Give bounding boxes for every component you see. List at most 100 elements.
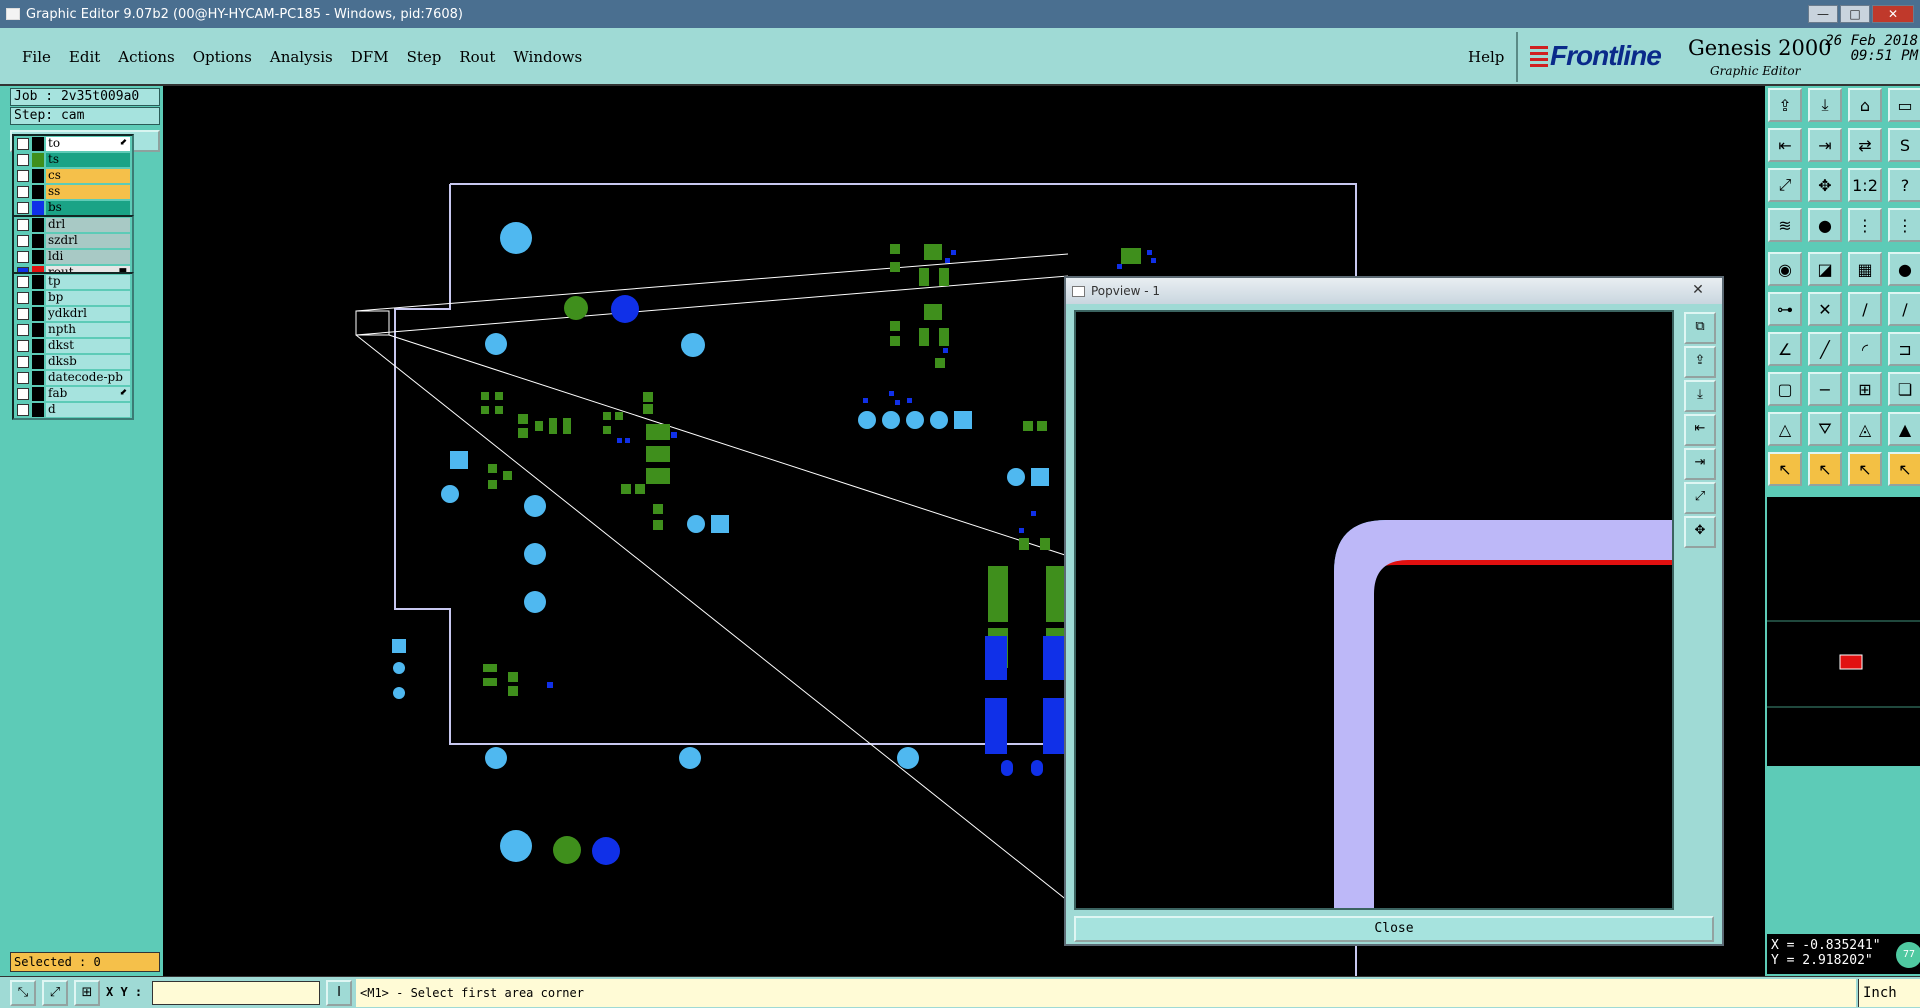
layer-row-fab[interactable]: fab ⬋ — [14, 386, 132, 402]
select-rect-icon[interactable]: ▢ — [1768, 372, 1802, 406]
layer-row-datecode-pb[interactable]: datecode-pb — [14, 370, 132, 386]
xy-input[interactable] — [152, 981, 320, 1005]
measure-icon[interactable]: ≋ — [1768, 208, 1802, 242]
layer-checkbox[interactable] — [17, 356, 29, 368]
group-icon[interactable]: ❏ — [1888, 372, 1920, 406]
layer-checkbox[interactable] — [17, 138, 29, 150]
maximize-button[interactable]: □ — [1840, 5, 1870, 23]
layer-row-drl[interactable]: drl — [14, 217, 132, 233]
snap-icon[interactable]: S — [1888, 128, 1920, 162]
menu-analysis[interactable]: Analysis — [270, 48, 333, 66]
popview-tool-2-icon[interactable]: ⇪ — [1684, 346, 1716, 378]
popview-tool-6-icon[interactable]: ⤢ — [1684, 482, 1716, 514]
popview-close-icon[interactable]: ✕ — [1678, 282, 1718, 300]
scale-icon[interactable]: ⤢ — [42, 980, 68, 1006]
layer-checkbox[interactable] — [17, 251, 29, 263]
layer-checkbox[interactable] — [17, 388, 29, 400]
layer-row-ts[interactable]: ts — [14, 152, 132, 168]
layer-row-d[interactable]: d — [14, 402, 132, 418]
layer-row-to[interactable]: to ⬋ — [14, 136, 132, 152]
layer-checkbox[interactable] — [17, 324, 29, 336]
triangle-icon[interactable]: △ — [1768, 412, 1802, 446]
menu-windows[interactable]: Windows — [513, 48, 582, 66]
layer-checkbox[interactable] — [17, 170, 29, 182]
grid-icon[interactable]: ⊞ — [1848, 372, 1882, 406]
layer-row-tp[interactable]: tp — [14, 274, 132, 290]
add-text-icon[interactable]: ▦ — [1848, 252, 1882, 286]
layer-row-bs[interactable]: bs — [14, 200, 132, 216]
line-icon[interactable]: ∕ — [1848, 292, 1882, 326]
zoom-area-icon[interactable]: ⤡ — [10, 980, 36, 1006]
units-selector[interactable]: Inch — [1858, 979, 1920, 1007]
layer-checkbox[interactable] — [17, 308, 29, 320]
layer-row-szdrl[interactable]: szdrl — [14, 233, 132, 249]
menu-rout[interactable]: Rout — [459, 48, 495, 66]
connect-icon[interactable]: ⊶ — [1768, 292, 1802, 326]
popview-tool-1-icon[interactable]: ⧉ — [1684, 312, 1716, 344]
swap-icon[interactable]: ⇄ — [1848, 128, 1882, 162]
menu-actions[interactable]: Actions — [118, 48, 174, 66]
arc-icon[interactable]: ◜ — [1848, 332, 1882, 366]
layer-row-cs[interactable]: cs — [14, 168, 132, 184]
triangle4-icon[interactable]: ▲ — [1888, 412, 1920, 446]
layer-checkbox[interactable] — [17, 372, 29, 384]
export-icon[interactable]: ⇥ — [1808, 128, 1842, 162]
layer-row-npth[interactable]: npth — [14, 322, 132, 338]
pointer3-icon[interactable]: ↖ — [1848, 452, 1882, 486]
add-circle-icon[interactable]: ● — [1888, 252, 1920, 286]
help-query-icon[interactable]: ? — [1888, 168, 1920, 202]
add-pad-icon[interactable]: ◉ — [1768, 252, 1802, 286]
menu-file[interactable]: File — [22, 48, 51, 66]
popview-tool-7-icon[interactable]: ✥ — [1684, 516, 1716, 548]
menu-options[interactable]: Options — [193, 48, 252, 66]
bracket-icon[interactable]: ⊐ — [1888, 332, 1920, 366]
popview-close-button[interactable]: Close — [1074, 916, 1714, 942]
layer-row-ydkdrl[interactable]: ydkdrl — [14, 306, 132, 322]
menu-edit[interactable]: Edit — [69, 48, 100, 66]
layer-row-dkst[interactable]: dkst — [14, 338, 132, 354]
scale-one-icon[interactable]: 1:2 — [1848, 168, 1882, 202]
popview-canvas[interactable] — [1074, 310, 1684, 912]
layer-down-icon[interactable]: ⤓ — [1808, 88, 1842, 122]
layer-checkbox[interactable] — [17, 340, 29, 352]
menu-dfm[interactable]: DFM — [351, 48, 389, 66]
layer-up-icon[interactable]: ⇪ — [1768, 88, 1802, 122]
cursor-icon[interactable]: I — [326, 980, 352, 1006]
probe-icon[interactable]: ● — [1808, 208, 1842, 242]
slash-icon[interactable]: ╱ — [1808, 332, 1842, 366]
layer-checkbox[interactable] — [17, 202, 29, 214]
layer-checkbox[interactable] — [17, 235, 29, 247]
menu-step[interactable]: Step — [407, 48, 442, 66]
pointer4-icon[interactable]: ↖ — [1888, 452, 1920, 486]
cross-icon[interactable]: ✕ — [1808, 292, 1842, 326]
layer-checkbox[interactable] — [17, 154, 29, 166]
line2-icon[interactable]: ∕ — [1888, 292, 1920, 326]
layer-checkbox[interactable] — [17, 276, 29, 288]
layer-row-ss[interactable]: ss — [14, 184, 132, 200]
menu-help[interactable]: Help — [1468, 48, 1504, 66]
angle-icon[interactable]: ∠ — [1768, 332, 1802, 366]
minimize-button[interactable]: — — [1808, 5, 1838, 23]
popview-tool-3-icon[interactable]: ⤓ — [1684, 380, 1716, 412]
layer-row-ldi[interactable]: ldi — [14, 249, 132, 265]
layer-checkbox[interactable] — [17, 219, 29, 231]
layer-checkbox[interactable] — [17, 186, 29, 198]
layer-row-bp[interactable]: bp — [14, 290, 132, 306]
grid-snap-icon[interactable]: ⊞ — [74, 980, 100, 1006]
import-icon[interactable]: ⇤ — [1768, 128, 1802, 162]
add-surface-icon[interactable]: ◪ — [1808, 252, 1842, 286]
popview-tool-5-icon[interactable]: ⇥ — [1684, 448, 1716, 480]
close-window-button[interactable]: ✕ — [1872, 5, 1914, 23]
minus-icon[interactable]: − — [1808, 372, 1842, 406]
triangle3-icon[interactable]: ◬ — [1848, 412, 1882, 446]
layer-checkbox[interactable] — [17, 404, 29, 416]
pointer-icon[interactable]: ↖ — [1768, 452, 1802, 486]
net-icon[interactable]: ⋮ — [1848, 208, 1882, 242]
window-icon[interactable]: ▭ — [1888, 88, 1920, 122]
home-icon[interactable]: ⌂ — [1848, 88, 1882, 122]
overview-map[interactable] — [1767, 496, 1920, 766]
net2-icon[interactable]: ⋮ — [1888, 208, 1920, 242]
triangle2-icon[interactable]: ⛛ — [1808, 412, 1842, 446]
layer-row-dksb[interactable]: dksb — [14, 354, 132, 370]
pointer2-icon[interactable]: ↖ — [1808, 452, 1842, 486]
